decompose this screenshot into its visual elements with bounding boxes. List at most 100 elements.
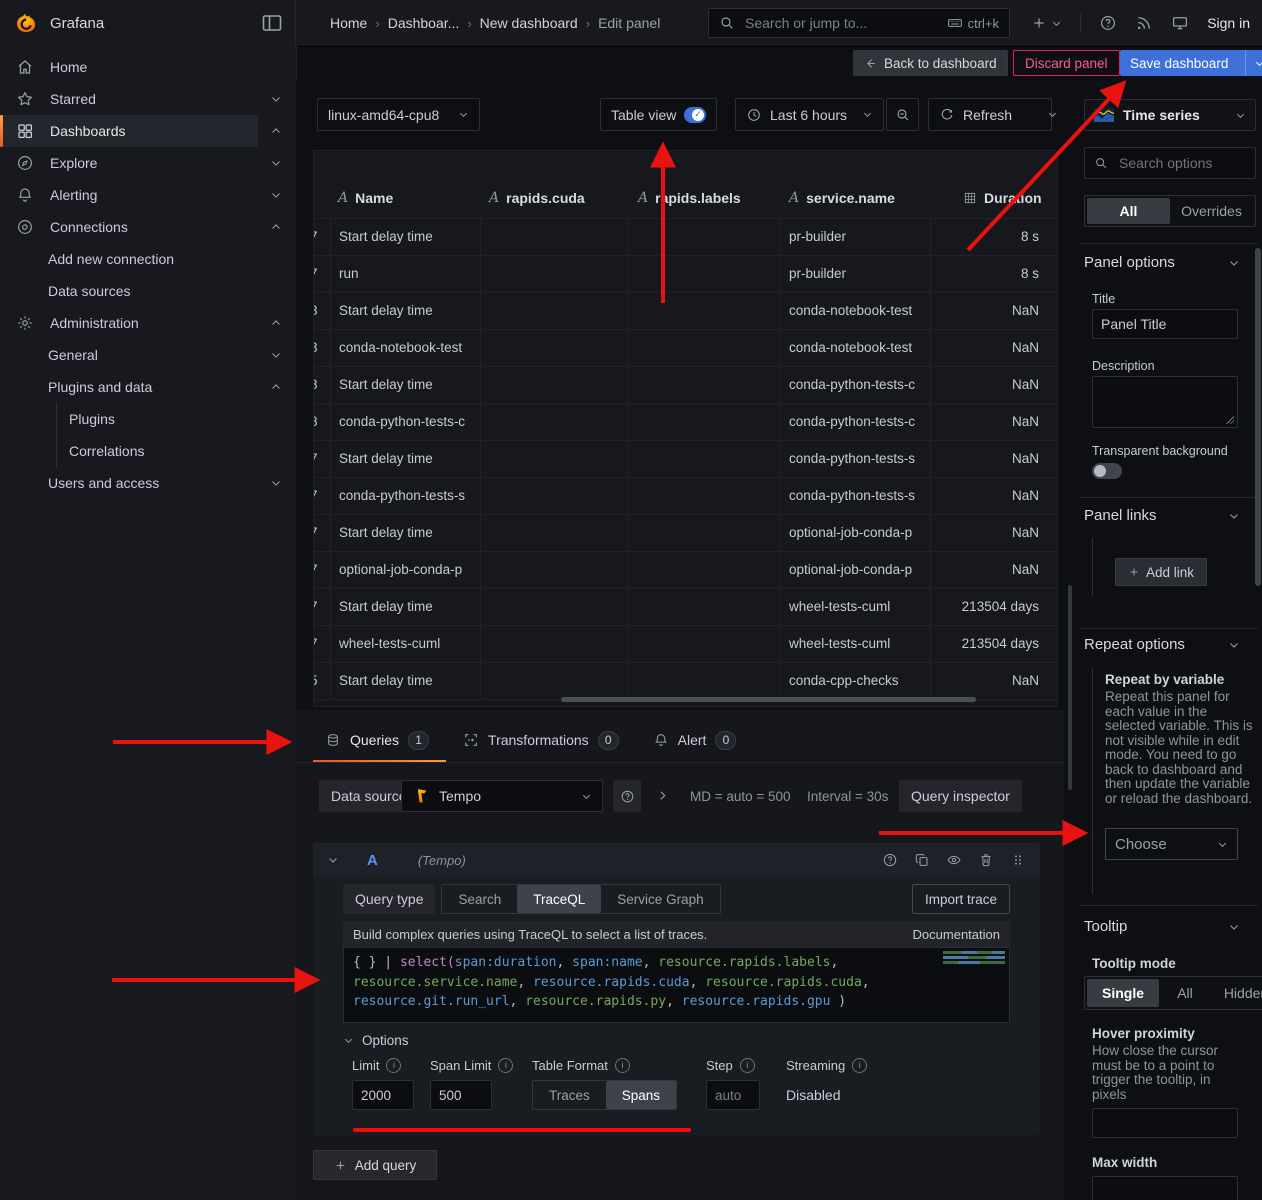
panel-title-select[interactable]: linux-amd64-cpu8 [317, 98, 480, 131]
chevron-down-icon[interactable] [270, 477, 282, 489]
refresh-interval-caret[interactable] [1038, 99, 1066, 130]
table-row[interactable]: 7Start delay timewheel-tests-cuml213504 … [314, 588, 1057, 625]
chevron-down-icon[interactable] [270, 349, 282, 361]
tooltip-section-header[interactable]: Tooltip [1084, 918, 1240, 935]
data-source-picker[interactable]: Tempo [401, 780, 603, 812]
add-link-button[interactable]: Add link [1115, 558, 1207, 586]
options-search[interactable] [1084, 147, 1256, 179]
resize-handle[interactable] [1225, 415, 1234, 424]
query-type-traceql[interactable]: TraceQL [517, 885, 601, 913]
options-search-input[interactable] [1117, 154, 1246, 172]
query-type-service-graph[interactable]: Service Graph [601, 885, 719, 913]
help-icon[interactable] [1099, 14, 1117, 32]
sidebar-item-home[interactable]: Home [0, 51, 296, 83]
monitor-icon[interactable] [1171, 14, 1189, 32]
search-input[interactable] [743, 14, 939, 32]
global-search[interactable]: ctrl+k [708, 8, 1010, 38]
collapse-chevron-icon[interactable] [327, 854, 339, 866]
column-header-rapids-labels[interactable]: Arapids.labels [638, 190, 741, 206]
panel-title-input[interactable] [1092, 309, 1238, 339]
step-input[interactable] [706, 1080, 760, 1110]
query-inspector-button[interactable]: Query inspector [899, 780, 1022, 812]
back-to-dashboard-button[interactable]: Back to dashboard [853, 50, 1008, 76]
repeat-options-section-header[interactable]: Repeat options [1084, 636, 1240, 653]
eye-icon[interactable] [946, 852, 962, 868]
sidebar-item-explore[interactable]: Explore [0, 147, 296, 179]
table-format-traces[interactable]: Traces [533, 1081, 606, 1109]
table-row[interactable]: 7wheel-tests-cumlwheel-tests-cuml213504 … [314, 625, 1057, 662]
repeat-variable-select[interactable]: Choose [1105, 828, 1238, 860]
import-trace-button[interactable]: Import trace [912, 884, 1010, 914]
breadcrumb-home[interactable]: Home [330, 15, 367, 31]
chevron-down-icon[interactable] [270, 189, 282, 201]
sidebar-item-administration[interactable]: Administration [0, 307, 296, 339]
tab-overrides[interactable]: Overrides [1170, 198, 1253, 224]
pane-scrollbar[interactable] [1068, 585, 1072, 790]
description-textarea[interactable] [1092, 376, 1238, 428]
column-header-duration[interactable]: Duration [963, 190, 1042, 206]
news-icon[interactable] [1135, 14, 1153, 32]
sign-in-button[interactable]: Sign in [1207, 15, 1250, 31]
add-query-button[interactable]: Add query [313, 1150, 437, 1180]
discard-panel-button[interactable]: Discard panel [1013, 50, 1120, 76]
options-header[interactable]: Options [343, 1033, 1033, 1048]
save-options-caret[interactable] [1245, 50, 1262, 76]
chevron-down-icon[interactable] [270, 93, 282, 105]
tab-alert[interactable]: Alert 0 [653, 731, 737, 750]
limit-input[interactable] [352, 1080, 414, 1110]
sidebar-item-add-new-connection[interactable]: Add new connection [0, 243, 296, 275]
table-row[interactable]: 7Start delay timepr-builder8 s [314, 218, 1057, 255]
table-row[interactable]: 8Start delay timeconda-python-tests-cNaN [314, 366, 1057, 403]
chevron-right-icon[interactable] [656, 789, 669, 802]
horizontal-scrollbar[interactable] [561, 697, 976, 702]
options-scrollbar[interactable] [1255, 248, 1261, 586]
tooltip-mode-all[interactable]: All [1159, 979, 1211, 1007]
table-row[interactable]: 7Start delay timeoptional-job-conda-pNaN [314, 514, 1057, 551]
sidebar-item-users-and-access[interactable]: Users and access [0, 467, 296, 499]
sidebar-item-connections[interactable]: Connections [0, 211, 296, 243]
table-row[interactable]: 8conda-python-tests-cconda-python-tests-… [314, 403, 1057, 440]
breadcrumb-dashboards[interactable]: Dashboar... [388, 15, 460, 31]
max-width-input[interactable] [1092, 1176, 1238, 1200]
help-icon[interactable] [882, 852, 898, 868]
span-limit-input[interactable] [430, 1080, 492, 1110]
column-header-service-name[interactable]: Aservice.name [789, 190, 895, 206]
breadcrumb-new-dashboard[interactable]: New dashboard [480, 15, 578, 31]
table-row[interactable]: 7runpr-builder8 s [314, 255, 1057, 292]
time-range-picker[interactable]: Last 6 hours [735, 98, 884, 131]
table-row[interactable]: 8Start delay timeconda-notebook-testNaN [314, 292, 1057, 329]
hover-proximity-input[interactable] [1092, 1108, 1238, 1138]
zoom-out-time-button[interactable] [886, 98, 919, 131]
tab-transformations[interactable]: Transformations 0 [463, 731, 619, 750]
chevron-up-icon[interactable] [270, 381, 282, 393]
tab-queries[interactable]: Queries 1 [325, 731, 429, 750]
sidebar-item-alerting[interactable]: Alerting [0, 179, 296, 211]
transparent-background-toggle[interactable] [1092, 463, 1122, 479]
data-source-help-button[interactable] [613, 780, 641, 812]
dock-menu-icon[interactable] [260, 11, 284, 35]
table-row[interactable]: 7conda-python-tests-sconda-python-tests-… [314, 477, 1057, 514]
column-header-rapids-cuda[interactable]: Arapids.cuda [489, 190, 585, 206]
refresh-button[interactable]: Refresh [929, 99, 1022, 130]
table-view-toggle[interactable]: ✓ [684, 107, 706, 123]
sidebar-item-general[interactable]: General [0, 339, 296, 371]
panel-options-section-header[interactable]: Panel options [1084, 254, 1240, 271]
tab-all[interactable]: All [1087, 198, 1170, 224]
query-ref-id[interactable]: A [367, 852, 378, 869]
sidebar-item-dashboards[interactable]: Dashboards [0, 115, 296, 147]
sidebar-item-plugins[interactable]: Plugins [0, 403, 296, 435]
tooltip-mode-single[interactable]: Single [1087, 979, 1159, 1007]
duplicate-icon[interactable] [914, 852, 930, 868]
sidebar-item-plugins-and-data[interactable]: Plugins and data [0, 371, 296, 403]
drag-handle-icon[interactable] [1010, 852, 1026, 868]
query-type-search[interactable]: Search [442, 885, 517, 913]
chevron-down-icon[interactable] [270, 157, 282, 169]
table-row[interactable]: 7Start delay timeconda-python-tests-sNaN [314, 440, 1057, 477]
table-row[interactable]: 8conda-notebook-testconda-notebook-testN… [314, 329, 1057, 366]
column-header-name[interactable]: AName [338, 190, 393, 206]
traceql-code-editor[interactable]: { } | select(span:duration, span:name, r… [343, 947, 1010, 1023]
save-dashboard-button[interactable]: Save dashboard [1120, 50, 1262, 76]
new-menu-button[interactable] [1031, 15, 1062, 31]
chevron-up-icon[interactable] [270, 317, 282, 329]
visualization-picker[interactable]: Time series [1084, 99, 1256, 131]
